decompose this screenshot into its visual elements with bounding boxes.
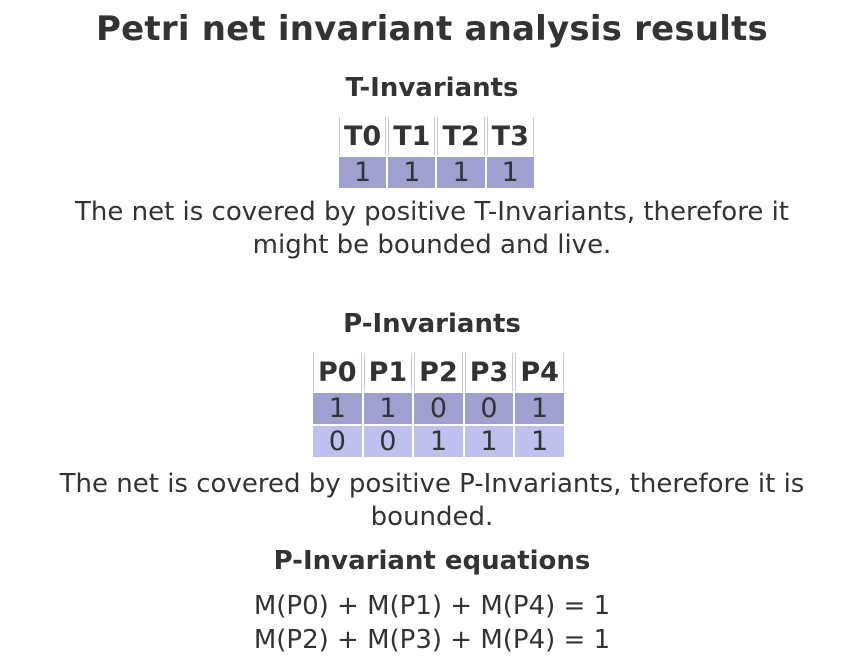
p-col-header: P4 — [515, 353, 564, 391]
t-col-header: T1 — [388, 117, 436, 155]
t-invariants-summary: The net is covered by positive T-Invaria… — [0, 196, 864, 262]
table-row: 1 1 0 0 1 — [313, 393, 564, 424]
t-summary-line: The net is covered by positive T-Invaria… — [74, 197, 790, 227]
table-cell: 1 — [313, 393, 362, 424]
table-cell: 1 — [388, 157, 436, 188]
table-cell: 0 — [363, 426, 413, 457]
p-col-header: P1 — [363, 353, 413, 391]
table-cell: 0 — [313, 426, 362, 457]
table-cell: 0 — [414, 393, 463, 424]
t-col-header: T3 — [486, 117, 534, 155]
table-cell: 0 — [464, 393, 514, 424]
t-invariants-heading: T-Invariants — [345, 73, 519, 103]
p-summary-line: The net is covered by positive P-Invaria… — [59, 469, 805, 499]
table-row: 1 1 1 1 — [339, 157, 534, 188]
p-invariants-heading: P-Invariants — [343, 309, 521, 339]
t-col-header: T2 — [437, 117, 485, 155]
table-cell: 1 — [464, 426, 514, 457]
table-cell: 1 — [363, 393, 413, 424]
table-cell: 1 — [414, 426, 463, 457]
table-cell: 1 — [486, 157, 534, 188]
equation-line: M(P0) + M(P1) + M(P4) = 1 — [253, 591, 611, 621]
p-invariants-table: P0 P1 P2 P3 P4 1 1 0 0 1 0 0 1 1 1 — [311, 351, 566, 459]
p-col-header: P0 — [313, 353, 362, 391]
p-invariants-summary: The net is covered by positive P-Invaria… — [0, 468, 864, 534]
p-invariants-header-row: P0 P1 P2 P3 P4 — [313, 353, 564, 391]
t-summary-line: might be bounded and live. — [252, 230, 612, 260]
table-row: 0 0 1 1 1 — [313, 426, 564, 457]
table-cell: 1 — [339, 157, 387, 188]
table-cell: 1 — [515, 426, 564, 457]
p-col-header: P3 — [464, 353, 514, 391]
p-col-header: P2 — [414, 353, 463, 391]
t-invariants-table: T0 T1 T2 T3 1 1 1 1 — [337, 115, 536, 190]
page-title: Petri net invariant analysis results — [96, 9, 768, 49]
table-cell: 1 — [437, 157, 485, 188]
equation-line: M(P2) + M(P3) + M(P4) = 1 — [253, 625, 611, 655]
equations-heading: P-Invariant equations — [273, 546, 591, 576]
p-summary-line: bounded. — [370, 502, 494, 532]
t-col-header: T0 — [339, 117, 387, 155]
t-invariants-header-row: T0 T1 T2 T3 — [339, 117, 534, 155]
table-cell: 1 — [515, 393, 564, 424]
